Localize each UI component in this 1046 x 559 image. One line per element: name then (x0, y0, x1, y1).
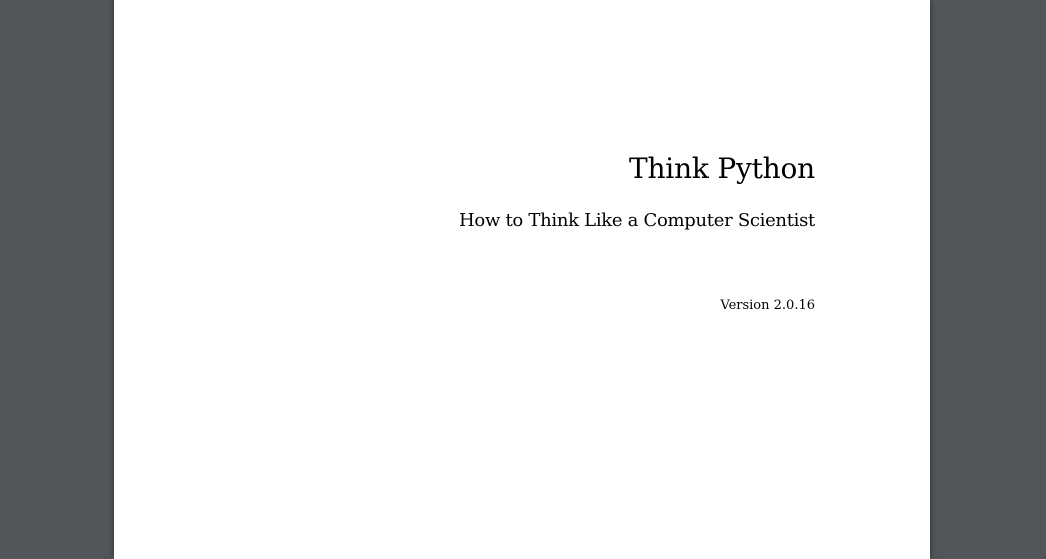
book-title: Think Python (629, 152, 815, 185)
version-label: Version 2.0.16 (720, 298, 815, 313)
document-page[interactable]: Think Python How to Think Like a Compute… (114, 0, 930, 559)
pdf-viewer: Think Python How to Think Like a Compute… (0, 0, 1046, 559)
book-subtitle: How to Think Like a Computer Scientist (459, 210, 815, 231)
